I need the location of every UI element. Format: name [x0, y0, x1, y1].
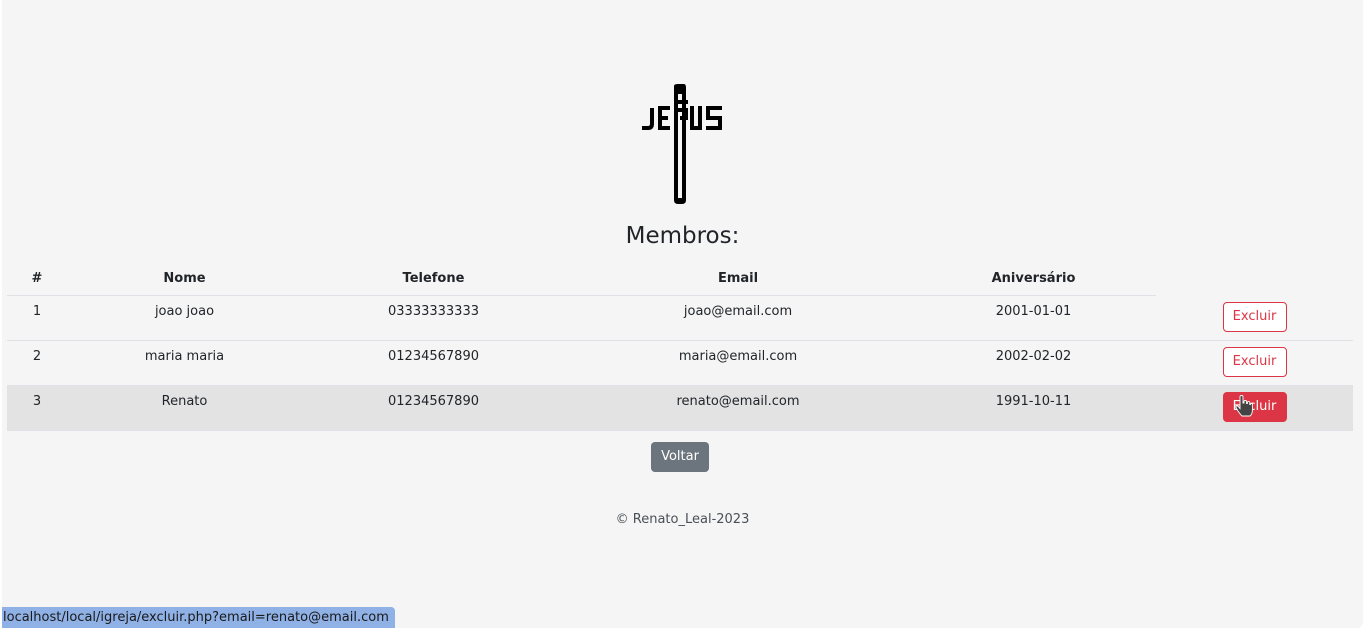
cell-email: maria@email.com: [565, 340, 911, 386]
cell-index: 2: [7, 340, 67, 386]
cell-actions: Excluir: [1156, 295, 1353, 341]
cell-phone: 01234567890: [302, 340, 565, 386]
header-actions: [1156, 262, 1353, 296]
delete-button-wrapper: Excluir: [1222, 392, 1287, 422]
header-phone: Telefone: [302, 262, 565, 296]
header-name: Nome: [67, 262, 302, 296]
browser-status-bar: localhost/local/igreja/excluir.php?email…: [2, 607, 395, 628]
delete-button[interactable]: Excluir: [1222, 392, 1287, 422]
header-birthday: Aniversário: [911, 262, 1156, 296]
back-button[interactable]: Voltar: [651, 442, 709, 472]
cell-name: maria maria: [67, 340, 302, 386]
page-container: Membros: # Nome Telefone Email Aniversár…: [2, 0, 1363, 628]
table-row: 2 maria maria 01234567890 maria@email.co…: [7, 340, 1353, 386]
delete-button[interactable]: Excluir: [1222, 347, 1287, 377]
delete-button[interactable]: Excluir: [1222, 301, 1287, 332]
cell-index: 1: [7, 295, 67, 341]
hand-pointer-icon: [1234, 395, 1253, 417]
cell-email: renato@email.com: [565, 385, 911, 431]
cell-email: joao@email.com: [565, 295, 911, 341]
cell-name: joao joao: [67, 295, 302, 341]
cell-index: 3: [7, 385, 67, 431]
members-table: # Nome Telefone Email Aniversário 1 joao…: [7, 262, 1353, 431]
header-email: Email: [565, 262, 911, 296]
jesus-cross-logo: [640, 82, 724, 206]
cell-name: Renato: [67, 385, 302, 431]
cell-birthday: 2001-01-01: [911, 295, 1156, 341]
cell-phone: 03333333333: [302, 295, 565, 341]
cell-actions: Excluir: [1156, 385, 1353, 431]
table-row: 1 joao joao 03333333333 joao@email.com 2…: [7, 295, 1353, 341]
cell-birthday: 2002-02-02: [911, 340, 1156, 386]
cell-phone: 01234567890: [302, 385, 565, 431]
footer-copyright: © Renato_Leal-2023: [615, 512, 750, 527]
table-header-row: # Nome Telefone Email Aniversário: [7, 262, 1353, 296]
page-title: Membros:: [625, 223, 740, 249]
header-index: #: [7, 262, 67, 296]
table-row: 3 Renato 01234567890 renato@email.com 19…: [7, 385, 1353, 431]
cell-actions: Excluir: [1156, 340, 1353, 386]
cell-birthday: 1991-10-11: [911, 385, 1156, 431]
